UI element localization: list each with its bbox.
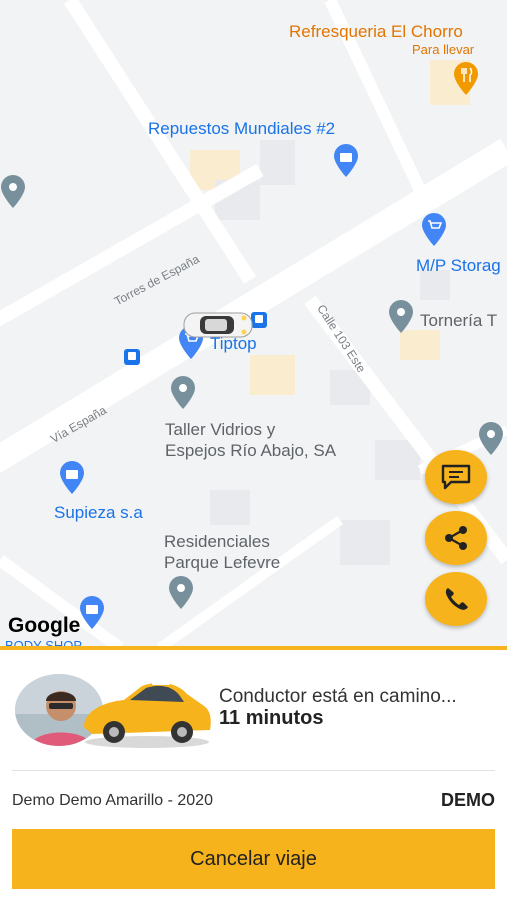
shop-pin-icon[interactable] xyxy=(59,461,85,495)
place-pin-icon[interactable] xyxy=(170,376,196,410)
trip-status-text: Conductor está en camino... xyxy=(219,686,457,707)
chat-button[interactable] xyxy=(425,450,487,504)
place-pin-icon[interactable] xyxy=(0,175,26,209)
vehicle-plate: DEMO xyxy=(441,790,495,810)
trip-eta: 11 minutos xyxy=(219,707,324,729)
place-taller[interactable]: Taller Vidrios y Espejos Río Abajo, SA xyxy=(165,419,336,461)
cart-pin-icon[interactable] xyxy=(421,213,447,247)
place-refresqueria[interactable]: Refresqueria El Chorro xyxy=(289,22,463,42)
phone-icon xyxy=(445,588,468,610)
place-pin-icon[interactable] xyxy=(478,422,504,456)
google-logo: Google xyxy=(8,614,81,637)
share-icon xyxy=(445,526,467,550)
place-mp-storage[interactable]: M/P Storag xyxy=(416,256,501,276)
place-torneria[interactable]: Tornería T xyxy=(420,310,497,331)
shop-pin-icon[interactable] xyxy=(333,144,359,178)
divider xyxy=(12,770,495,771)
taxi-car-image xyxy=(84,680,211,748)
vehicle-description: Demo Demo Amarillo - 2020 xyxy=(12,792,213,809)
share-button[interactable] xyxy=(425,511,487,565)
place-refresqueria-subtitle: Para llevar xyxy=(412,42,475,57)
place-pin-icon[interactable] xyxy=(388,300,414,334)
place-pin-icon[interactable] xyxy=(168,576,194,610)
restaurant-pin-icon[interactable] xyxy=(453,62,479,96)
car-marker-icon xyxy=(183,312,253,338)
chat-bubble-icon xyxy=(441,464,471,490)
cancel-trip-button[interactable]: Cancelar viaje xyxy=(12,829,495,889)
bus-stop-icon[interactable] xyxy=(124,349,140,365)
shop-pin-icon[interactable] xyxy=(79,596,105,630)
place-repuestos[interactable]: Repuestos Mundiales #2 xyxy=(148,119,335,139)
place-residenciales[interactable]: Residenciales Parque Lefevre xyxy=(164,531,280,573)
place-supieza[interactable]: Supieza s.a xyxy=(54,503,143,523)
call-button[interactable] xyxy=(425,572,487,626)
